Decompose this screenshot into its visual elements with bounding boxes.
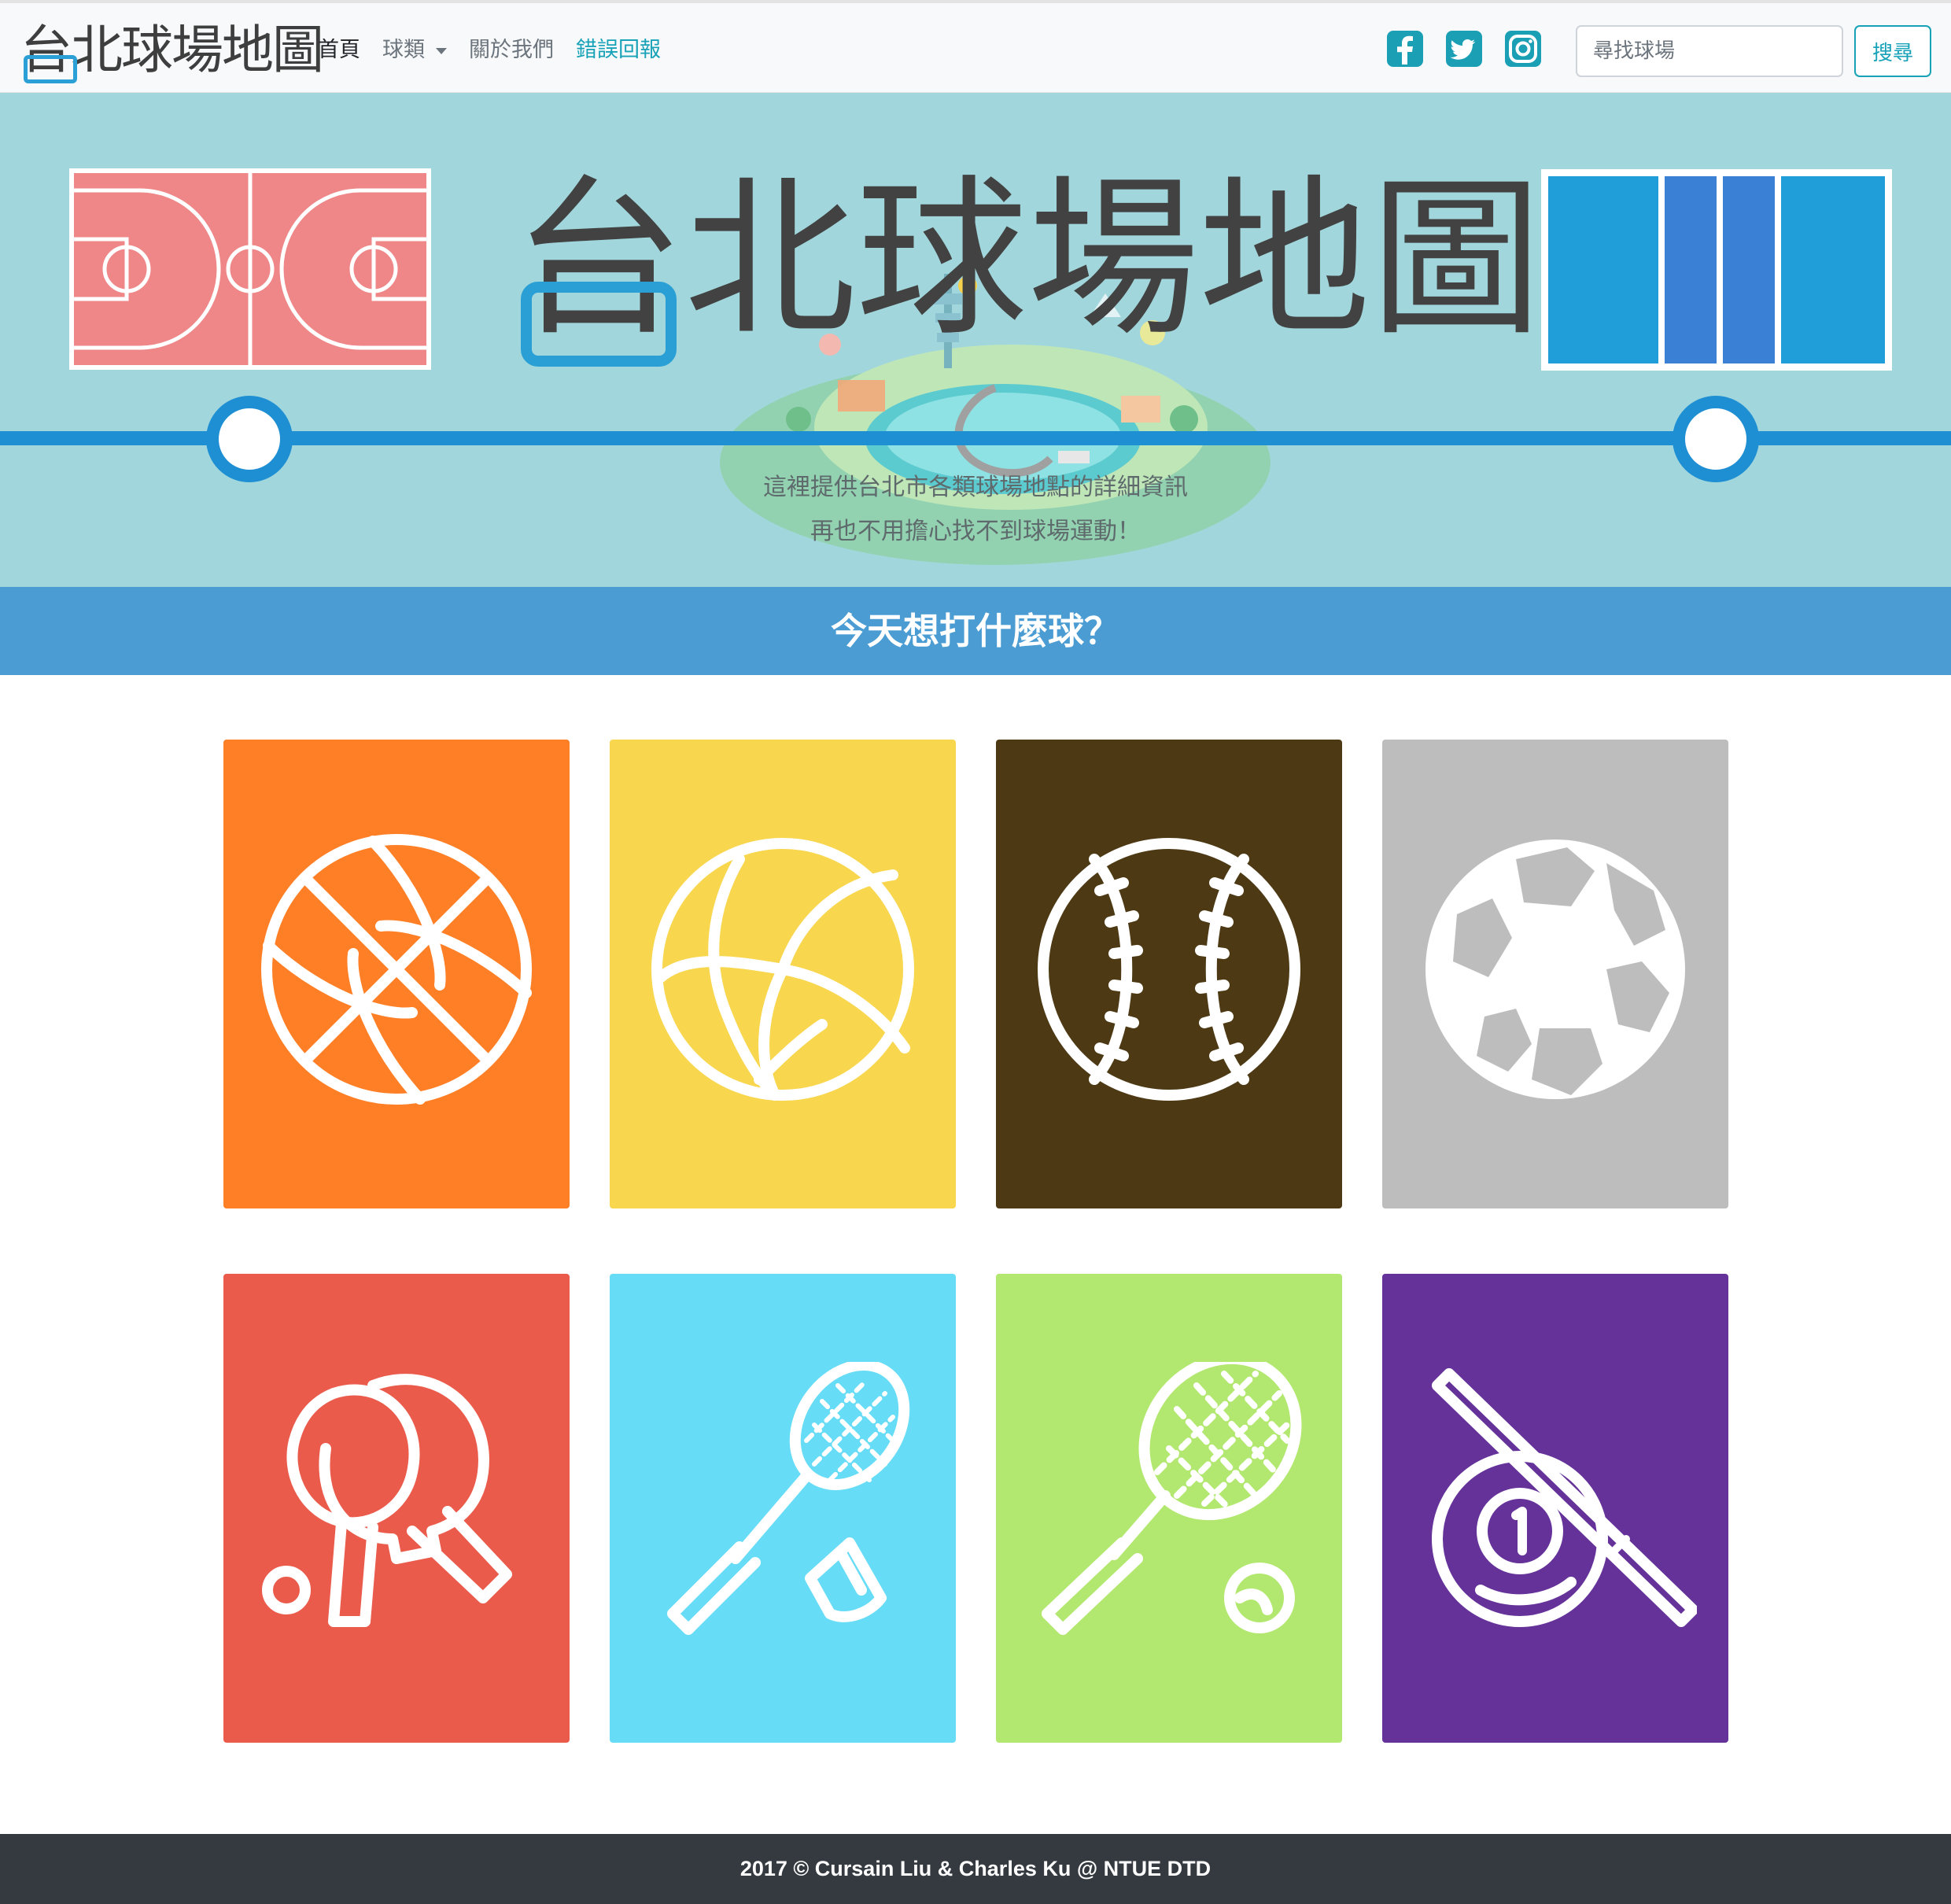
facebook-icon[interactable]: [1386, 30, 1424, 68]
transit-node-right: [1673, 396, 1759, 482]
transit-line: [0, 431, 1951, 445]
banner-text: 今天想打什麼球？: [831, 610, 1120, 652]
hero-title: 台北球場地圖: [513, 161, 1542, 367]
billiards-icon: [1432, 1368, 1697, 1627]
instagram-icon[interactable]: [1504, 30, 1542, 68]
footer: 2017 © Cursain Liu & Charles Ku @ NTUE D…: [0, 1834, 1951, 1904]
hero-section: 台北球場地圖 這裡提供台北市各類球場地點的詳細資訊 再也不用擔心找不到球場運動！: [0, 93, 1951, 587]
nav-about[interactable]: 關於我們: [469, 35, 554, 66]
sport-tile-billiards[interactable]: [1382, 1274, 1728, 1743]
soccer-ball-icon: [1425, 839, 1685, 1099]
basketball-court-icon: [69, 168, 431, 370]
hero-title-mark: 台: [513, 161, 684, 367]
sport-tile-tennis[interactable]: [996, 1274, 1342, 1743]
baseball-icon: [1038, 838, 1300, 1101]
brand-logo-text: 北球場地圖: [71, 20, 324, 80]
nav-report-error[interactable]: 錯誤回報: [576, 35, 661, 66]
search-input[interactable]: [1576, 25, 1843, 77]
volleyball-icon: [651, 838, 914, 1101]
hero-description-line2: 再也不用擔心找不到球場運動！: [810, 518, 1141, 545]
question-banner: 今天想打什麼球？: [0, 587, 1951, 675]
sport-tile-badminton[interactable]: [610, 1274, 956, 1743]
search-button[interactable]: 搜尋: [1854, 25, 1931, 77]
sport-tile-basketball[interactable]: [223, 740, 570, 1208]
badminton-icon: [667, 1362, 910, 1635]
nav-home[interactable]: 首頁: [318, 35, 360, 66]
brand-logo-mark: 台: [20, 20, 77, 83]
twitter-icon[interactable]: [1445, 30, 1483, 68]
sport-tile-soccer[interactable]: [1382, 740, 1728, 1208]
sport-tile-baseball[interactable]: [996, 740, 1342, 1208]
hero-description-line1: 這裡提供台北市各類球場地點的詳細資訊: [763, 474, 1188, 501]
nav-sports-label: 球類: [382, 38, 425, 62]
basketball-icon: [261, 834, 532, 1105]
navbar: 台北球場地圖 首頁 球類 關於我們 錯誤回報 搜尋: [0, 0, 1951, 93]
nav-sports-dropdown[interactable]: 球類: [382, 35, 447, 66]
sport-tile-table-tennis[interactable]: [223, 1274, 570, 1743]
table-tennis-icon: [262, 1374, 512, 1627]
nav-links: 首頁 球類 關於我們 錯誤回報: [318, 35, 683, 66]
chevron-down-icon: [436, 47, 447, 54]
hero-title-text: 北球場地圖: [684, 161, 1542, 360]
sport-tile-volleyball[interactable]: [610, 740, 956, 1208]
brand-logo[interactable]: 台北球場地圖: [20, 20, 324, 83]
tennis-icon: [1042, 1362, 1302, 1635]
footer-copyright: 2017 © Cursain Liu & Charles Ku @ NTUE D…: [739, 1857, 1212, 1880]
volleyball-court-icon: [1541, 169, 1892, 371]
transit-node-left: [206, 396, 293, 482]
